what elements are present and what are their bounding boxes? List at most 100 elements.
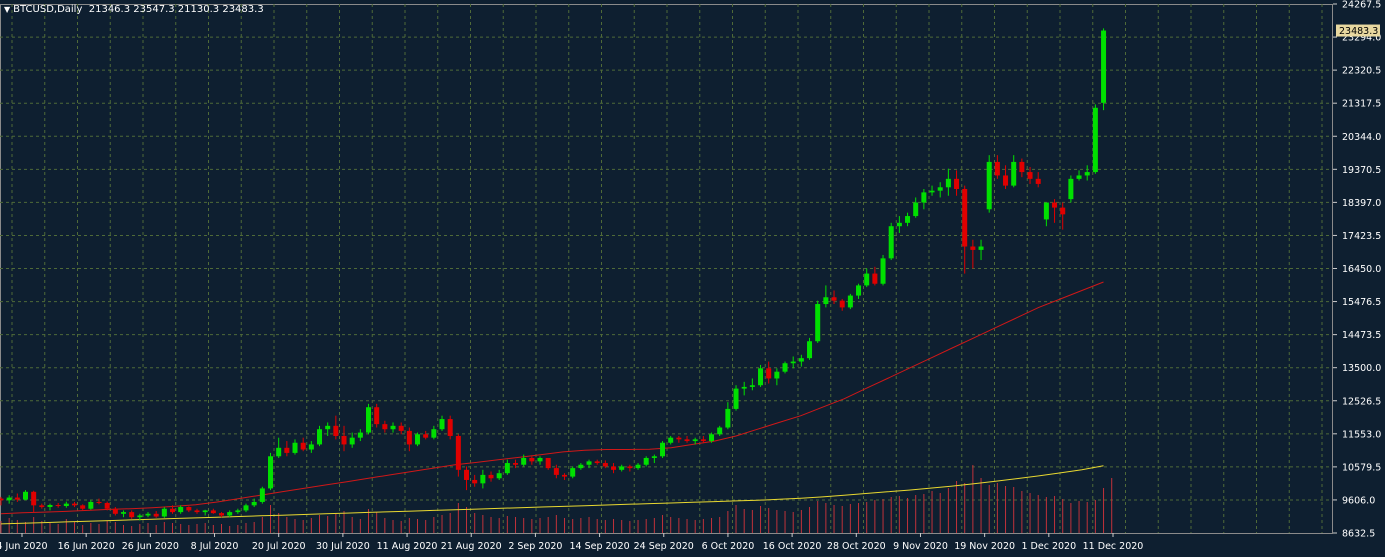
candle-body (259, 488, 265, 502)
dropdown-arrow-icon[interactable]: ▼ (4, 5, 10, 14)
current-price-tag: 23483.3 (1339, 26, 1378, 37)
ohlc-values: 21346.3 23547.3 21130.3 23483.3 (88, 4, 264, 15)
candle-body (268, 456, 274, 489)
price-tick-label: 19370.5 (1342, 165, 1381, 176)
time-tick-label: 2 Sep 2020 (508, 541, 562, 552)
candle-body (366, 407, 372, 433)
price-tick-label: 24267.5 (1342, 0, 1381, 11)
time-tick-label: 21 Aug 2020 (441, 541, 502, 552)
candle-body (382, 424, 388, 430)
candle-body (227, 512, 233, 516)
candle-body (831, 297, 837, 301)
candle-body (415, 434, 421, 445)
time-tick-label: 4 Jun 2020 (0, 541, 48, 552)
price-tick-label: 20344.0 (1342, 132, 1381, 143)
candle-body (325, 425, 331, 430)
candle-body (635, 464, 641, 469)
candle-body (774, 371, 780, 379)
candle-body (692, 439, 698, 442)
candle-body (480, 474, 486, 484)
candle-body (937, 187, 943, 191)
candle-body (513, 463, 519, 465)
candle-body (1060, 207, 1066, 215)
candle-body (586, 461, 592, 465)
time-tick-label: 20 Jul 2020 (252, 541, 306, 552)
candle-body (872, 273, 878, 284)
time-tick-label: 8 Jul 2020 (191, 541, 239, 552)
candle-body (660, 442, 666, 457)
candle-body (986, 161, 992, 210)
candle-body (758, 368, 764, 386)
candle-body (684, 439, 690, 442)
candle-body (970, 246, 976, 250)
candle-body (668, 437, 674, 443)
candle-body (178, 507, 184, 513)
candles (0, 28, 1107, 521)
candle-body (137, 515, 143, 518)
candle-body (104, 502, 110, 509)
candle-body (1052, 202, 1058, 208)
candle-body (276, 447, 282, 457)
candle-body (1011, 161, 1017, 186)
candle-body (880, 258, 886, 284)
candle-body (121, 512, 127, 514)
time-tick-label: 26 Jun 2020 (122, 541, 179, 552)
candle-body (317, 429, 323, 445)
candle-body (578, 464, 584, 469)
candle-body (1084, 172, 1090, 176)
candle-body (455, 435, 461, 470)
candle-body (341, 435, 347, 445)
candle-body (308, 444, 314, 450)
price-tick-label: 13500.0 (1342, 363, 1381, 374)
time-tick-label: 19 Nov 2020 (954, 541, 1015, 552)
candle-body (611, 466, 617, 470)
candlestick-chart[interactable]: 24267.523294.022320.521317.520344.019370… (0, 0, 1385, 557)
candle-body (0, 498, 4, 501)
price-tick-label: 16450.0 (1342, 264, 1381, 275)
price-tick-label: 11553.0 (1342, 429, 1381, 440)
candle-body (129, 512, 135, 518)
candle-body (602, 463, 608, 467)
candle-body (423, 434, 429, 438)
candle-body (472, 479, 478, 484)
candle-body (594, 461, 600, 464)
grid (0, 4, 1333, 534)
candle-body (145, 513, 151, 516)
symbol-label: BTCUSD,Daily (13, 4, 83, 15)
candle-body (6, 497, 12, 501)
candle-body (733, 388, 739, 409)
candle-body (570, 468, 576, 477)
candle-body (55, 505, 61, 507)
candle-body (921, 192, 927, 203)
price-tick-label: 18397.0 (1342, 198, 1381, 209)
candle-body (856, 285, 862, 296)
candle-body (504, 463, 510, 474)
candle-body (962, 188, 968, 247)
candle-body (1101, 30, 1107, 103)
candle-body (243, 505, 249, 511)
symbol-header: ▼ BTCUSD,Daily 21346.3 23547.3 21130.3 23… (4, 4, 264, 15)
candle-body (749, 385, 755, 387)
candle-body (496, 473, 502, 479)
candle-body (553, 468, 559, 475)
time-axis: 4 Jun 2020 16 Jun 2020 26 Jun 2020 8 Jul 20… (0, 533, 1143, 552)
price-tick-label: 15476.5 (1342, 297, 1381, 308)
time-tick-label: 9 Nov 2020 (893, 541, 948, 552)
candle-body (170, 508, 176, 513)
candle-body (700, 439, 706, 442)
candle-body (741, 386, 747, 389)
candle-body (545, 457, 551, 469)
candle-body (406, 430, 412, 445)
candle-body (782, 363, 788, 372)
price-axis: 24267.523294.022320.521317.520344.019370… (1333, 0, 1381, 540)
candle-body (537, 457, 543, 462)
ma-fast-line (0, 281, 1104, 515)
candle-body (47, 505, 53, 508)
candle-body (398, 425, 404, 431)
candle-body (153, 513, 159, 517)
candle-body (994, 161, 1000, 176)
price-tick-label: 17423.5 (1342, 231, 1381, 242)
candle-body (96, 501, 102, 503)
candle-body (80, 505, 86, 509)
candle-body (1027, 172, 1033, 179)
